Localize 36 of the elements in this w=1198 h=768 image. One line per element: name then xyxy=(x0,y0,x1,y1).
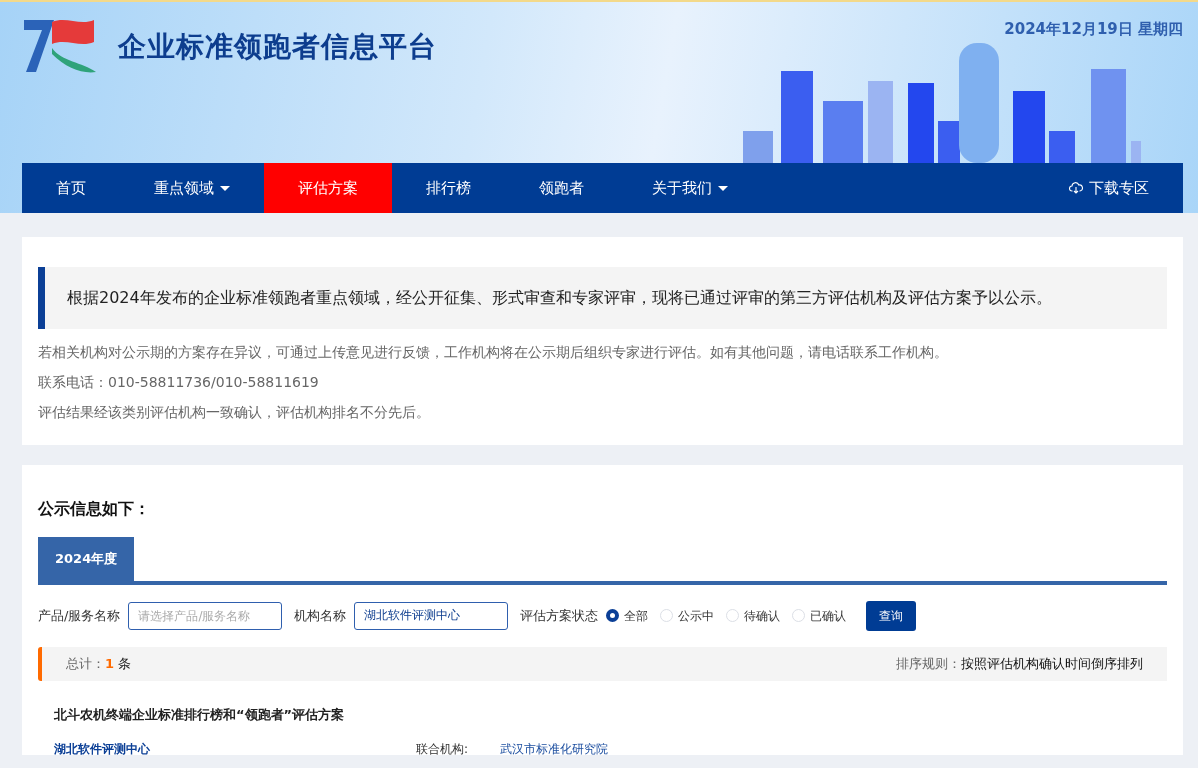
radio-label[interactable]: 待确认 xyxy=(744,606,781,625)
nav-link[interactable]: 重点领域 xyxy=(120,163,264,213)
cloud-download-icon xyxy=(1069,182,1083,194)
plan-title: 北斗农机终端企业标准排行榜和“领跑者”评估方案 xyxy=(54,705,346,724)
radio-label[interactable]: 全部 xyxy=(624,606,649,625)
radio-button[interactable] xyxy=(606,609,620,622)
notice-highlight: 根据2024年发布的企业标准领跑者重点领域，经公开征集、形式审查和专家评审，现将已通过评审的第三方评估机构及评估方案予以公示。 xyxy=(38,267,1167,329)
product-input[interactable]: 请选择产品/服务名称 xyxy=(128,601,283,630)
sort-rule-text: 按照评估机构确认时间倒序排列 xyxy=(961,654,1143,673)
nav-link[interactable]: 关于我们 xyxy=(618,163,762,213)
caret-icon xyxy=(220,185,230,191)
caret-icon xyxy=(718,185,728,191)
year-tab[interactable]: 2024年度 xyxy=(38,537,135,581)
nav-link[interactable]: 评估方案 xyxy=(264,163,392,213)
total-count-text: 总计：1 条 xyxy=(66,654,132,673)
notice-text: 联系电话：010-58811736/010-58811619 xyxy=(38,373,320,392)
partner-label: 联合机构: xyxy=(416,741,470,755)
partner-name: 武汉市标准化研究院 xyxy=(500,741,608,755)
date-text: 2024年12月19日 星期四 xyxy=(1004,20,1183,38)
query-button[interactable]: 查询 xyxy=(866,600,917,631)
field-label: 评估方案状态 xyxy=(520,606,599,625)
field-label: 产品/服务名称 xyxy=(38,606,121,625)
nav-link[interactable]: 排行榜 xyxy=(392,163,505,213)
field-label: 机构名称 xyxy=(294,606,347,625)
sort-label: 排序规则： xyxy=(896,654,961,673)
radio-label[interactable]: 已确认 xyxy=(810,606,847,625)
organization-name: 湖北软件评测中心 xyxy=(54,741,151,755)
site-title: 企业标准领跑者信息平台 xyxy=(118,29,437,65)
organization-input[interactable]: 湖北软件评测中心 xyxy=(354,601,509,630)
nav-link[interactable]: 领跑者 xyxy=(505,163,618,213)
nav-link[interactable]: 首页 xyxy=(22,163,120,213)
download-link[interactable]: 下载专区 xyxy=(1035,163,1183,213)
notice-text: 评估结果经该类别评估机构一致确认，评估机构排名不分先后。 xyxy=(38,403,431,422)
section-heading: 公示信息如下： xyxy=(38,498,151,520)
radio-label[interactable]: 公示中 xyxy=(678,606,715,625)
notice-text: 若相关机构对公示期的方案存在异议，可通过上传意见进行反馈，工作机构将在公示期后组织专家进行评估。如有其他问题，请电话联系工作机构。 xyxy=(38,343,949,362)
